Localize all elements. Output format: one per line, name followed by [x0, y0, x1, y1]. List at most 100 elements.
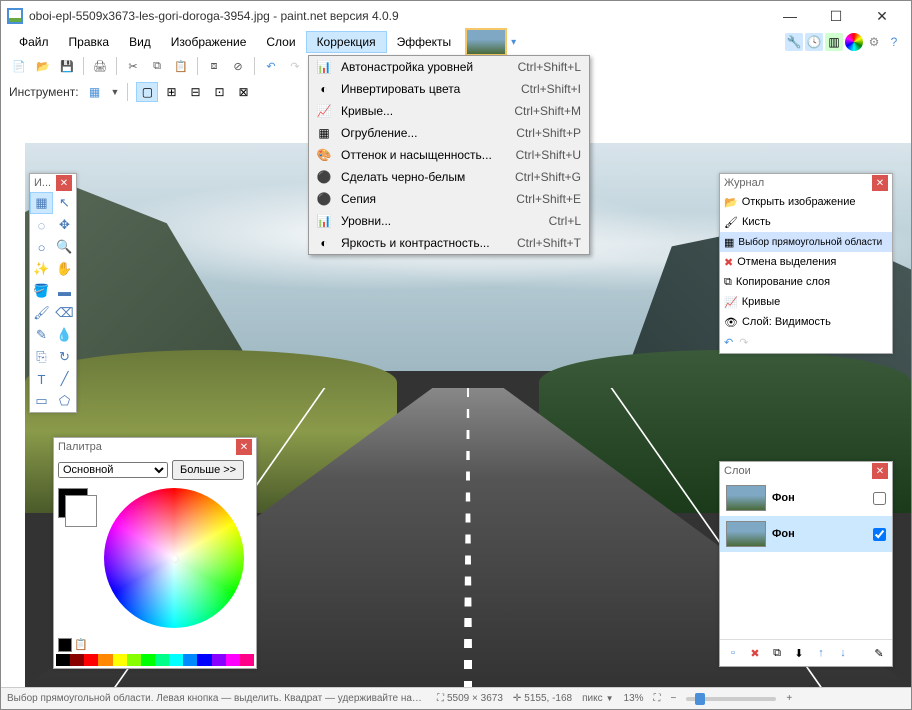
paste-icon[interactable]: 📋: [171, 56, 191, 76]
tool-rect-select[interactable]: ▦: [30, 192, 53, 214]
more-button[interactable]: Больше >>: [172, 460, 244, 480]
panel-close-icon[interactable]: ✕: [236, 439, 252, 455]
menu-invert[interactable]: ◐Инвертировать цветаCtrl+Shift+I: [309, 78, 589, 100]
tool-text[interactable]: T: [30, 368, 53, 390]
tool-pan[interactable]: ✋: [53, 258, 76, 280]
close-button[interactable]: ✕: [859, 1, 905, 31]
selection-invert-icon[interactable]: ⊠: [232, 82, 254, 102]
menu-file[interactable]: Файл: [9, 32, 59, 52]
tool-pencil[interactable]: ✎: [30, 324, 53, 346]
menu-auto-level[interactable]: 📊Автонастройка уровнейCtrl+Shift+L: [309, 56, 589, 78]
panel-close-icon[interactable]: ✕: [56, 175, 72, 191]
zoom-in-icon[interactable]: +: [786, 693, 792, 704]
delete-layer-icon[interactable]: ✖: [746, 644, 764, 662]
menu-levels[interactable]: 📊Уровни...Ctrl+L: [309, 210, 589, 232]
layers-window-icon[interactable]: ▥: [825, 33, 843, 51]
print-icon[interactable]: 🖨: [90, 56, 110, 76]
tool-lasso[interactable]: ◌: [30, 214, 53, 236]
zoom-out-icon[interactable]: −: [671, 693, 677, 704]
maximize-button[interactable]: ☐: [813, 1, 859, 31]
history-item[interactable]: 📂Открыть изображение: [720, 192, 892, 212]
add-layer-icon[interactable]: ▫: [724, 644, 742, 662]
fit-window-icon[interactable]: ⛶: [654, 693, 661, 704]
tool-line[interactable]: ╱: [53, 368, 76, 390]
new-icon[interactable]: 📄: [9, 56, 29, 76]
current-tool-icon[interactable]: ▦: [85, 82, 105, 102]
history-item[interactable]: 🖌Кисть: [720, 212, 892, 232]
unit-dropdown-icon[interactable]: ▼: [606, 694, 614, 703]
move-up-icon[interactable]: ↑: [812, 644, 830, 662]
save-icon[interactable]: 💾: [57, 56, 77, 76]
menu-curves[interactable]: 📈Кривые...Ctrl+Shift+M: [309, 100, 589, 122]
color-swatch[interactable]: [58, 488, 88, 518]
history-item[interactable]: 📈Кривые: [720, 292, 892, 312]
thumbnail-dropdown-icon[interactable]: ▾: [511, 37, 516, 48]
layer-row[interactable]: Фон: [720, 516, 892, 552]
tool-eraser[interactable]: ⌫: [53, 302, 76, 324]
palette-row[interactable]: [56, 654, 254, 666]
crop-icon[interactable]: ⧈: [204, 56, 224, 76]
menu-brightness-contrast[interactable]: ◐Яркость и контрастность...Ctrl+Shift+T: [309, 232, 589, 254]
tool-dropdown-icon[interactable]: ▼: [111, 87, 120, 97]
layer-row[interactable]: Фон: [720, 480, 892, 516]
tool-ellipse-select[interactable]: ○: [30, 236, 53, 258]
history-item[interactable]: 👁Слой: Видимость: [720, 312, 892, 332]
copy-icon[interactable]: ⧉: [147, 56, 167, 76]
tool-gradient[interactable]: ▬: [53, 280, 76, 302]
color-wheel[interactable]: [104, 488, 244, 628]
color-mode-select[interactable]: Основной: [58, 462, 168, 478]
duplicate-layer-icon[interactable]: ⧉: [768, 644, 786, 662]
open-icon[interactable]: 📂: [33, 56, 53, 76]
menu-hue-saturation[interactable]: 🎨Оттенок и насыщенность...Ctrl+Shift+U: [309, 144, 589, 166]
document-thumbnail[interactable]: [465, 28, 507, 56]
menu-edit[interactable]: Правка: [59, 32, 120, 52]
selection-replace-icon[interactable]: ▢: [136, 82, 158, 102]
menu-posterize[interactable]: ▦Огрубление...Ctrl+Shift+P: [309, 122, 589, 144]
history-item[interactable]: ✖Отмена выделения: [720, 252, 892, 272]
selection-subtract-icon[interactable]: ⊟: [184, 82, 206, 102]
tools-window-icon[interactable]: 🔧: [785, 33, 803, 51]
swatch-black[interactable]: [58, 638, 72, 652]
menu-adjustments[interactable]: Коррекция: [306, 31, 387, 53]
cut-icon[interactable]: ✂: [123, 56, 143, 76]
move-down-icon[interactable]: ↓: [834, 644, 852, 662]
zoom-slider[interactable]: [686, 697, 776, 701]
merge-down-icon[interactable]: ⬇: [790, 644, 808, 662]
panel-close-icon[interactable]: ✕: [872, 463, 888, 479]
status-unit[interactable]: пикс: [582, 693, 603, 704]
help-icon[interactable]: ?: [885, 33, 903, 51]
tool-shapes[interactable]: ⬠: [53, 390, 76, 412]
tool-move-pixels[interactable]: ✥: [53, 214, 76, 236]
undo-icon[interactable]: ↶: [261, 56, 281, 76]
history-item[interactable]: ▦Выбор прямоугольной области: [720, 232, 892, 252]
tool-rectangle[interactable]: ▭: [30, 390, 53, 412]
selection-intersect-icon[interactable]: ⊡: [208, 82, 230, 102]
tool-magic-wand[interactable]: ✨: [30, 258, 53, 280]
history-window-icon[interactable]: 🕓: [805, 33, 823, 51]
menu-view[interactable]: Вид: [119, 32, 161, 52]
selection-add-icon[interactable]: ⊞: [160, 82, 182, 102]
deselect-icon[interactable]: ⊘: [228, 56, 248, 76]
colors-window-icon[interactable]: [845, 33, 863, 51]
tool-clone[interactable]: ⎘: [30, 346, 53, 368]
menu-layers[interactable]: Слои: [256, 32, 305, 52]
redo-icon[interactable]: ↷: [285, 56, 305, 76]
menu-image[interactable]: Изображение: [161, 32, 257, 52]
history-item[interactable]: ⧉Копирование слоя: [720, 272, 892, 292]
tool-color-picker[interactable]: 💧: [53, 324, 76, 346]
menu-sepia[interactable]: ⚫СепияCtrl+Shift+E: [309, 188, 589, 210]
panel-close-icon[interactable]: ✕: [872, 175, 888, 191]
undo-icon[interactable]: ↶: [724, 336, 733, 349]
settings-icon[interactable]: ⚙: [865, 33, 883, 51]
tool-move-selection[interactable]: ↖: [53, 192, 76, 214]
tool-zoom[interactable]: 🔍: [53, 236, 76, 258]
layer-visibility-checkbox[interactable]: [873, 528, 886, 541]
menu-effects[interactable]: Эффекты: [387, 32, 462, 52]
tool-brush[interactable]: 🖌: [30, 302, 53, 324]
add-swatch-icon[interactable]: 📋: [74, 638, 88, 652]
menu-black-white[interactable]: ⚫Сделать черно-белымCtrl+Shift+G: [309, 166, 589, 188]
layer-properties-icon[interactable]: ✎: [870, 644, 888, 662]
tool-fill[interactable]: 🪣: [30, 280, 53, 302]
minimize-button[interactable]: —: [767, 1, 813, 31]
layer-visibility-checkbox[interactable]: [873, 492, 886, 505]
